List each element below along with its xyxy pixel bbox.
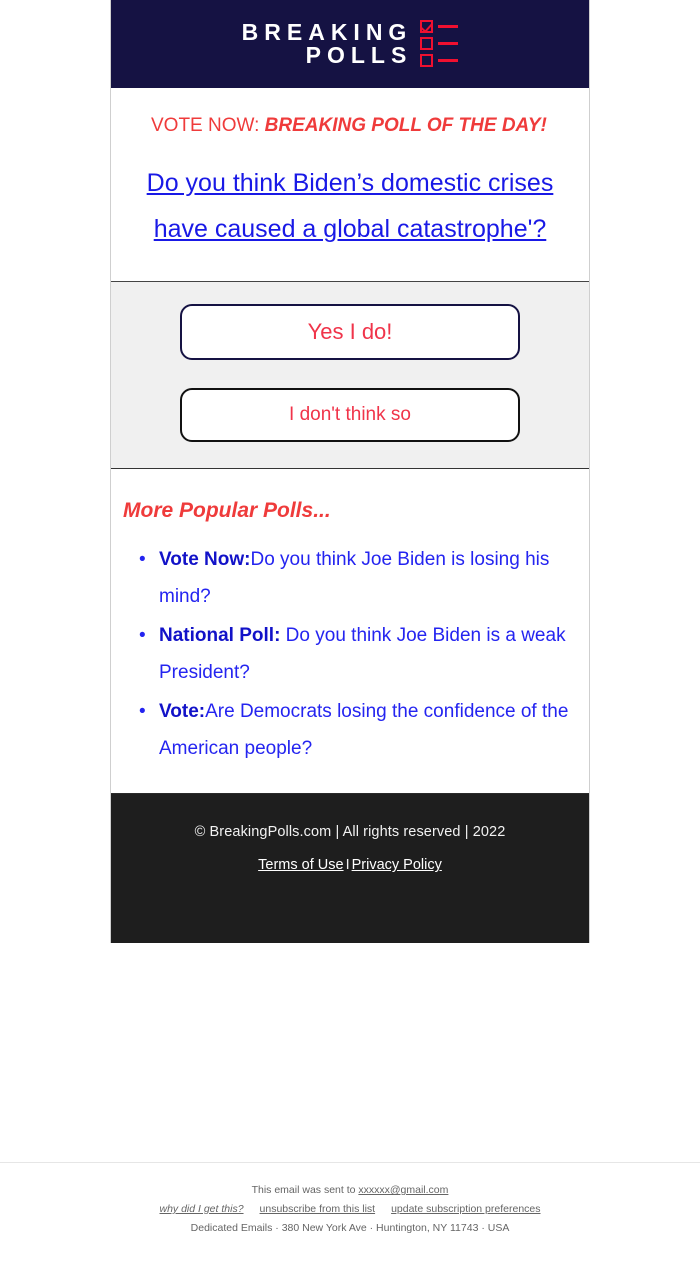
poll-lead-label: Vote: [159,701,206,723]
terms-of-use-link[interactable]: Terms of Use [258,857,343,873]
poll-question-text: Are Democrats losing the confidence of t… [159,701,569,760]
email-page: BREAKING POLLS VOTE NOW: BREAKING POLL O… [0,0,700,1275]
kicker-prefix: VOTE NOW: [151,115,265,136]
mailchimp-links: why did I get this? unsubscribe from thi… [0,1201,700,1218]
checklist-row [420,37,459,50]
more-polls-list: Vote Now:Do you think Joe Biden is losin… [111,541,589,767]
legal-links: Terms of Use I Privacy Policy [131,857,569,873]
dash-icon [438,25,459,28]
why-did-i-get-this-link[interactable]: why did I get this? [159,1201,243,1218]
mailing-address: Dedicated Emails · 380 New York Ave · Hu… [190,1222,510,1234]
poll-lead-label: Vote Now: [159,548,251,570]
footer-divider [0,1162,700,1163]
email-container: BREAKING POLLS VOTE NOW: BREAKING POLL O… [110,0,590,944]
logo-line-polls: POLLS [305,42,413,68]
checklist-row [420,54,459,67]
legal-separator: I [345,857,350,874]
list-item[interactable]: Vote Now:Do you think Joe Biden is losin… [139,541,577,615]
email-body: BREAKING POLLS VOTE NOW: BREAKING POLL O… [110,0,590,944]
poll-question-link[interactable]: Do you think Biden’s domestic crises hav… [137,160,563,253]
sent-to-line: This email was sent to xxxxxx@gmail.com [0,1182,700,1199]
checklist-row [420,20,459,33]
list-item[interactable]: Vote:Are Democrats losing the confidence… [139,693,577,767]
sent-to-label: This email was sent to [251,1184,359,1196]
checkbox-icon [420,54,434,67]
kicker-text: VOTE NOW: BREAKING POLL OF THE DAY! [151,114,549,138]
dash-icon [438,42,459,45]
list-item[interactable]: National Poll: Do you think Joe Biden is… [139,617,577,691]
email-footer: © BreakingPolls.com | All rights reserve… [111,794,589,944]
vote-no-button[interactable]: I don't think so [180,387,520,442]
logo-line-breaking: BREAKING [241,18,413,45]
more-polls-section: More Popular Polls... Vote Now:Do you th… [111,469,589,795]
kicker-section: VOTE NOW: BREAKING POLL OF THE DAY! [111,88,589,146]
recipient-email-link[interactable]: xxxxxx@gmail.com [358,1184,448,1196]
dash-icon [438,59,459,62]
copyright-text: © BreakingPolls.com | All rights reserve… [194,824,506,841]
question-section: Do you think Biden’s domestic crises hav… [111,146,589,282]
poll-lead-label: National Poll: [159,625,281,647]
email-header: BREAKING POLLS [111,0,589,88]
vote-section: Yes I do! I don't think so [111,281,589,469]
checklist-icon [420,20,459,67]
unsubscribe-link[interactable]: unsubscribe from this list [260,1201,376,1218]
kicker-emphasis: BREAKING POLL OF THE DAY! [264,115,547,136]
checkbox-icon [420,37,434,50]
privacy-policy-link[interactable]: Privacy Policy [352,857,442,873]
more-polls-heading: More Popular Polls... [123,498,331,522]
checkbox-checked-icon [420,20,434,33]
logo-wordmark: BREAKING POLLS [241,18,413,68]
update-preferences-link[interactable]: update subscription preferences [391,1201,540,1218]
breaking-polls-logo[interactable]: BREAKING POLLS [242,20,459,68]
vote-yes-button[interactable]: Yes I do! [180,303,520,360]
mailchimp-footer: This email was sent to xxxxxx@gmail.com … [0,1182,700,1237]
